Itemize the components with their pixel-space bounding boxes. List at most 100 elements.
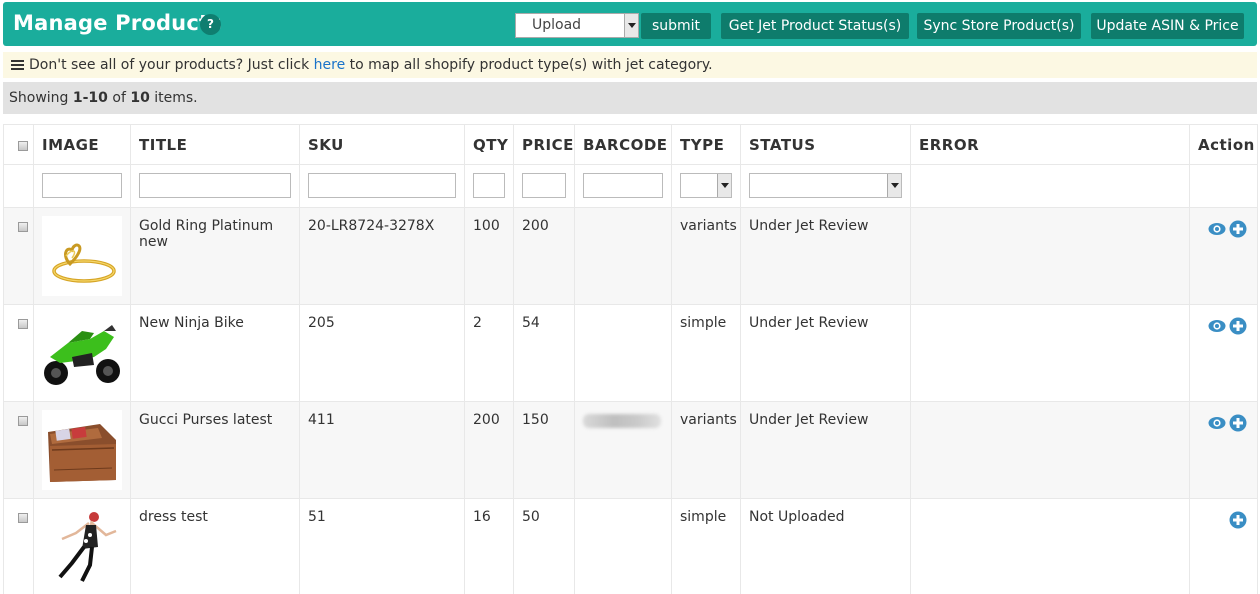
notice-text-after: to map all shopify product type(s) with … xyxy=(345,57,713,73)
summary-of: of xyxy=(107,90,131,106)
table-header-row: IMAGE TITLE SKU QTY PRICE BARCODE TYPE S… xyxy=(3,124,1258,165)
chevron-down-icon xyxy=(717,174,731,197)
product-sku: 51 xyxy=(299,498,465,594)
product-title: Gucci Purses latest xyxy=(130,401,300,499)
view-icon[interactable] xyxy=(1208,317,1226,335)
filter-empty-cell xyxy=(3,164,34,208)
sync-store-products-button[interactable]: Sync Store Product(s) xyxy=(917,13,1081,39)
product-barcode xyxy=(574,207,672,305)
row-checkbox[interactable] xyxy=(18,319,28,329)
qty-filter-input[interactable] xyxy=(473,173,505,198)
summary-range: 1-10 xyxy=(72,90,108,106)
product-status: Under Jet Review xyxy=(740,401,911,499)
error-filter-cell xyxy=(910,164,1190,208)
products-table: IMAGE TITLE SKU QTY PRICE BARCODE TYPE S… xyxy=(3,124,1258,594)
product-price: 50 xyxy=(513,498,575,594)
status-filter-select[interactable] xyxy=(749,173,902,198)
wallet-image[interactable] xyxy=(42,410,122,490)
product-barcode xyxy=(574,401,672,499)
product-sku: 20-LR8724-3278X xyxy=(299,207,465,305)
summary-prefix: Showing xyxy=(9,90,73,106)
pagination-summary: Showing 1-10 of 10 items. xyxy=(3,82,1257,114)
update-asin-price-button[interactable]: Update ASIN & Price xyxy=(1091,13,1244,39)
upload-select-value: Upload xyxy=(532,17,582,33)
category-mapping-notice: Don't see all of your products? Just cli… xyxy=(3,52,1257,78)
price-filter-input[interactable] xyxy=(522,173,566,198)
product-error xyxy=(910,498,1190,594)
product-price: 54 xyxy=(513,304,575,402)
table-row: Gucci Purses latest 411 200 150 variants… xyxy=(3,401,1258,499)
title-filter-input[interactable] xyxy=(139,173,291,198)
col-error[interactable]: ERROR xyxy=(910,124,1190,165)
product-type: variants xyxy=(671,401,741,499)
row-actions xyxy=(1189,207,1258,305)
col-status[interactable]: STATUS xyxy=(740,124,911,165)
map-categories-link[interactable]: here xyxy=(314,57,346,73)
type-filter-select[interactable] xyxy=(680,173,732,198)
ring-image[interactable] xyxy=(42,216,122,296)
product-qty: 16 xyxy=(464,498,514,594)
view-icon[interactable] xyxy=(1208,220,1226,238)
product-price: 200 xyxy=(513,207,575,305)
product-status: Under Jet Review xyxy=(740,207,911,305)
image-filter-input[interactable] xyxy=(42,173,122,198)
row-actions xyxy=(1189,401,1258,499)
chevron-down-icon xyxy=(887,174,901,197)
product-sku: 205 xyxy=(299,304,465,402)
product-title: dress test xyxy=(130,498,300,594)
product-error xyxy=(910,304,1190,402)
add-icon[interactable] xyxy=(1229,317,1247,335)
product-sku: 411 xyxy=(299,401,465,499)
product-type: simple xyxy=(671,304,741,402)
upload-action-select[interactable]: Upload xyxy=(515,13,639,38)
add-icon[interactable] xyxy=(1229,414,1247,432)
select-all-checkbox[interactable] xyxy=(18,141,28,151)
dancer-image[interactable] xyxy=(42,507,122,587)
table-row: New Ninja Bike 205 2 54 simple Under Jet… xyxy=(3,304,1258,402)
table-row: dress test 51 16 50 simple Not Uploaded xyxy=(3,498,1258,594)
view-icon[interactable] xyxy=(1208,414,1226,432)
filter-row xyxy=(3,164,1258,208)
product-type: simple xyxy=(671,498,741,594)
motorbike-image[interactable] xyxy=(42,313,122,393)
row-actions xyxy=(1189,498,1258,594)
col-title[interactable]: TITLE xyxy=(130,124,300,165)
row-checkbox[interactable] xyxy=(18,513,28,523)
col-qty[interactable]: QTY xyxy=(464,124,514,165)
product-status: Under Jet Review xyxy=(740,304,911,402)
col-type[interactable]: TYPE xyxy=(671,124,741,165)
table-row: Gold Ring Platinum new 20-LR8724-3278X 1… xyxy=(3,207,1258,305)
page-header: Manage Products ? Upload submit Get Jet … xyxy=(3,2,1257,46)
product-type: variants xyxy=(671,207,741,305)
add-icon[interactable] xyxy=(1229,511,1247,529)
action-filter-cell xyxy=(1189,164,1258,208)
col-sku[interactable]: SKU xyxy=(299,124,465,165)
product-qty: 200 xyxy=(464,401,514,499)
product-barcode xyxy=(574,498,672,594)
list-icon xyxy=(11,60,24,70)
col-barcode[interactable]: BARCODE xyxy=(574,124,672,165)
col-price[interactable]: PRICE xyxy=(513,124,575,165)
row-checkbox[interactable] xyxy=(18,222,28,232)
product-barcode xyxy=(574,304,672,402)
chevron-down-icon xyxy=(624,14,638,37)
summary-total: 10 xyxy=(130,90,150,106)
col-image[interactable]: IMAGE xyxy=(33,124,131,165)
product-error xyxy=(910,207,1190,305)
submit-button[interactable]: submit xyxy=(641,13,711,39)
summary-suffix: items. xyxy=(149,90,198,106)
barcode-filter-input[interactable] xyxy=(583,173,663,198)
sku-filter-input[interactable] xyxy=(308,173,456,198)
page-title: Manage Products xyxy=(13,11,222,35)
product-price: 150 xyxy=(513,401,575,499)
get-jet-product-status-button[interactable]: Get Jet Product Status(s) xyxy=(721,13,909,39)
row-checkbox[interactable] xyxy=(18,416,28,426)
blurred-barcode xyxy=(583,414,661,428)
select-all-cell xyxy=(3,124,34,165)
add-icon[interactable] xyxy=(1229,220,1247,238)
row-actions xyxy=(1189,304,1258,402)
notice-text-before: Don't see all of your products? Just cli… xyxy=(29,57,314,73)
product-qty: 2 xyxy=(464,304,514,402)
product-title: New Ninja Bike xyxy=(130,304,300,402)
help-icon[interactable]: ? xyxy=(200,14,221,35)
